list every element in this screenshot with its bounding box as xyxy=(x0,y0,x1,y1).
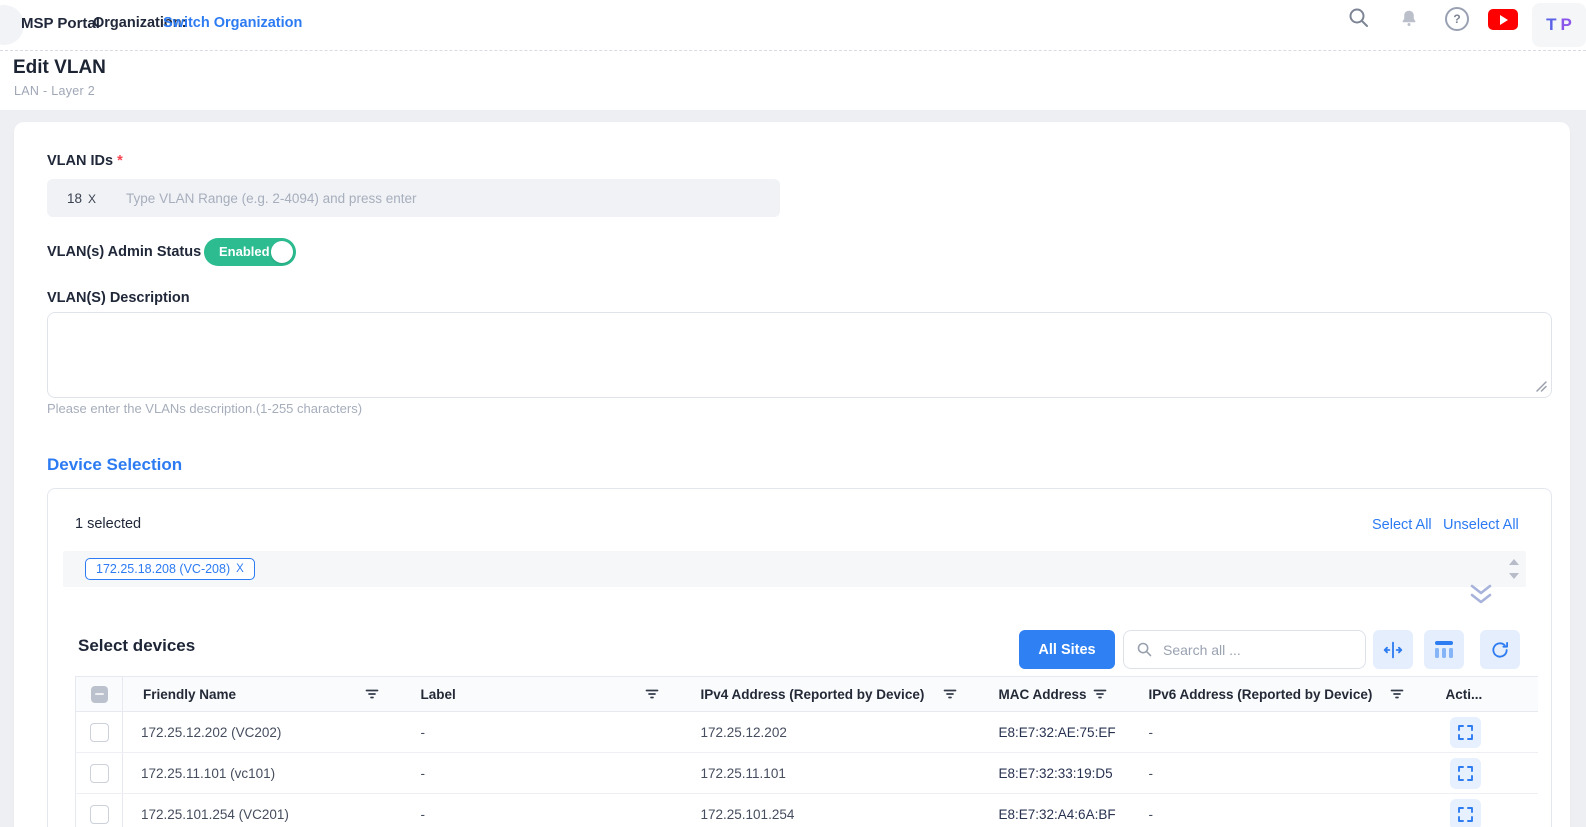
fit-columns-icon xyxy=(1382,639,1404,661)
filter-icon[interactable] xyxy=(1093,688,1107,700)
refresh-button[interactable] xyxy=(1480,630,1520,669)
user-avatar[interactable]: T P xyxy=(1532,3,1586,47)
search-input[interactable] xyxy=(1161,641,1365,659)
expand-icon xyxy=(1458,766,1473,781)
device-selection-title: Device Selection xyxy=(47,455,182,475)
description-textarea[interactable] xyxy=(47,312,1552,398)
vlan-ids-label-text: VLAN IDs xyxy=(47,153,113,169)
cell-label: - xyxy=(401,794,681,827)
admin-status-toggle[interactable]: Enabled xyxy=(204,238,296,266)
vlan-ids-input[interactable]: 18 X xyxy=(47,179,780,217)
filter-icon[interactable] xyxy=(645,688,659,700)
expand-row-button[interactable] xyxy=(1450,717,1481,748)
cell-friendly-name: 172.25.101.254 (VC201) xyxy=(123,794,401,827)
help-glyph: ? xyxy=(1453,12,1460,26)
row-checkbox[interactable] xyxy=(90,805,109,824)
selected-device-chip[interactable]: 172.25.18.208 (VC-208) X xyxy=(85,558,255,580)
all-sites-button[interactable]: All Sites xyxy=(1019,630,1115,669)
row-checkbox[interactable] xyxy=(90,764,109,783)
description-helper-text: Please enter the VLANs description.(1-25… xyxy=(47,401,362,416)
page-header xyxy=(0,51,1586,110)
avatar-initial-p: P xyxy=(1561,15,1572,35)
app-title: MSP Portal xyxy=(21,15,100,32)
cell-label: - xyxy=(401,712,681,753)
cell-friendly-name: 172.25.11.101 (vc101) xyxy=(123,753,401,794)
select-all-link[interactable]: Select All xyxy=(1372,517,1432,533)
switch-organization-link[interactable]: Switch Organization xyxy=(163,15,302,31)
filter-icon[interactable] xyxy=(1390,688,1404,700)
expand-row-button[interactable] xyxy=(1450,758,1481,789)
vlan-id-tag-value: 18 xyxy=(67,191,82,206)
page-title: Edit VLAN xyxy=(13,57,106,79)
filter-icon[interactable] xyxy=(943,688,957,700)
search-box[interactable] xyxy=(1123,630,1366,669)
unselect-all-link[interactable]: Unselect All xyxy=(1443,517,1519,533)
cell-ipv4: 172.25.11.101 xyxy=(681,753,979,794)
filter-icon[interactable] xyxy=(365,688,379,700)
youtube-play-triangle xyxy=(1500,15,1508,25)
col-mac: MAC Address xyxy=(999,687,1087,702)
bell-icon[interactable] xyxy=(1398,7,1420,31)
cell-mac: E8:E7:32:A4:6A:BF xyxy=(979,794,1129,827)
strip-scroll-down-icon[interactable] xyxy=(1509,573,1519,579)
expand-icon xyxy=(1458,807,1473,822)
avatar-initial-t: T xyxy=(1546,15,1556,35)
admin-status-label: VLAN(s) Admin Status xyxy=(47,244,201,260)
col-ipv6: IPv6 Address (Reported by Device) xyxy=(1149,687,1373,702)
description-label: VLAN(S) Description xyxy=(47,290,190,306)
cell-friendly-name: 172.25.12.202 (VC202) xyxy=(123,712,401,753)
vlan-range-input[interactable] xyxy=(124,190,780,207)
devices-table: Friendly Name Label IPv4 Address (Report… xyxy=(75,676,1537,827)
indeterminate-dash xyxy=(95,693,104,695)
description-field-wrap xyxy=(47,312,1552,398)
col-friendly-name: Friendly Name xyxy=(143,687,236,702)
selected-count: 1 selected xyxy=(75,516,141,532)
select-devices-title: Select devices xyxy=(78,636,195,656)
chip-label: 172.25.18.208 (VC-208) xyxy=(96,562,230,576)
header-checkbox-cell xyxy=(76,677,123,712)
cell-mac: E8:E7:32:AE:75:EF xyxy=(979,712,1129,753)
help-icon[interactable]: ? xyxy=(1445,7,1469,31)
vlan-id-tag: 18 X xyxy=(67,191,96,206)
row-checkbox[interactable] xyxy=(90,723,109,742)
strip-scroll-up-icon[interactable] xyxy=(1509,559,1519,565)
refresh-icon xyxy=(1490,640,1510,660)
cell-ipv6: - xyxy=(1129,794,1426,827)
cell-ipv4: 172.25.12.202 xyxy=(681,712,979,753)
cell-label: - xyxy=(401,753,681,794)
search-icon[interactable] xyxy=(1347,6,1371,30)
col-label: Label xyxy=(421,687,456,702)
cell-ipv6: - xyxy=(1129,753,1426,794)
expand-row-button[interactable] xyxy=(1450,799,1481,827)
top-bar: MSP Portal Organization: Switch Organiza… xyxy=(0,0,1586,51)
select-all-checkbox[interactable] xyxy=(91,686,108,703)
col-actions: Acti... xyxy=(1446,687,1483,702)
breadcrumb: LAN - Layer 2 xyxy=(14,84,95,98)
table-row: 172.25.101.254 (VC201) - 172.25.101.254 … xyxy=(76,794,1538,827)
cell-mac: E8:E7:32:33:19:D5 xyxy=(979,753,1129,794)
vlan-ids-label: VLAN IDs* xyxy=(47,153,123,169)
youtube-icon[interactable] xyxy=(1488,9,1518,30)
vlan-tag-remove-icon[interactable]: X xyxy=(88,192,96,206)
search-icon xyxy=(1136,641,1153,658)
expand-icon xyxy=(1458,725,1473,740)
cell-ipv6: - xyxy=(1129,712,1426,753)
fit-columns-button[interactable] xyxy=(1373,630,1413,669)
toggle-knob xyxy=(271,241,293,263)
resize-handle-icon[interactable] xyxy=(1536,381,1547,392)
table-header-row: Friendly Name Label IPv4 Address (Report… xyxy=(76,677,1538,712)
toggle-state-label: Enabled xyxy=(219,244,270,259)
columns-settings-button[interactable] xyxy=(1424,630,1464,669)
columns-icon xyxy=(1435,641,1453,658)
chip-remove-icon[interactable]: X xyxy=(236,563,244,575)
selected-devices-strip: 172.25.18.208 (VC-208) X xyxy=(63,551,1526,587)
table-row: 172.25.11.101 (vc101) - 172.25.11.101 E8… xyxy=(76,753,1538,794)
expand-strip-chevron-icon[interactable] xyxy=(1468,584,1494,606)
table-row: 172.25.12.202 (VC202) - 172.25.12.202 E8… xyxy=(76,712,1538,753)
col-ipv4: IPv4 Address (Reported by Device) xyxy=(701,687,925,702)
cell-ipv4: 172.25.101.254 xyxy=(681,794,979,827)
required-asterisk: * xyxy=(117,153,123,169)
